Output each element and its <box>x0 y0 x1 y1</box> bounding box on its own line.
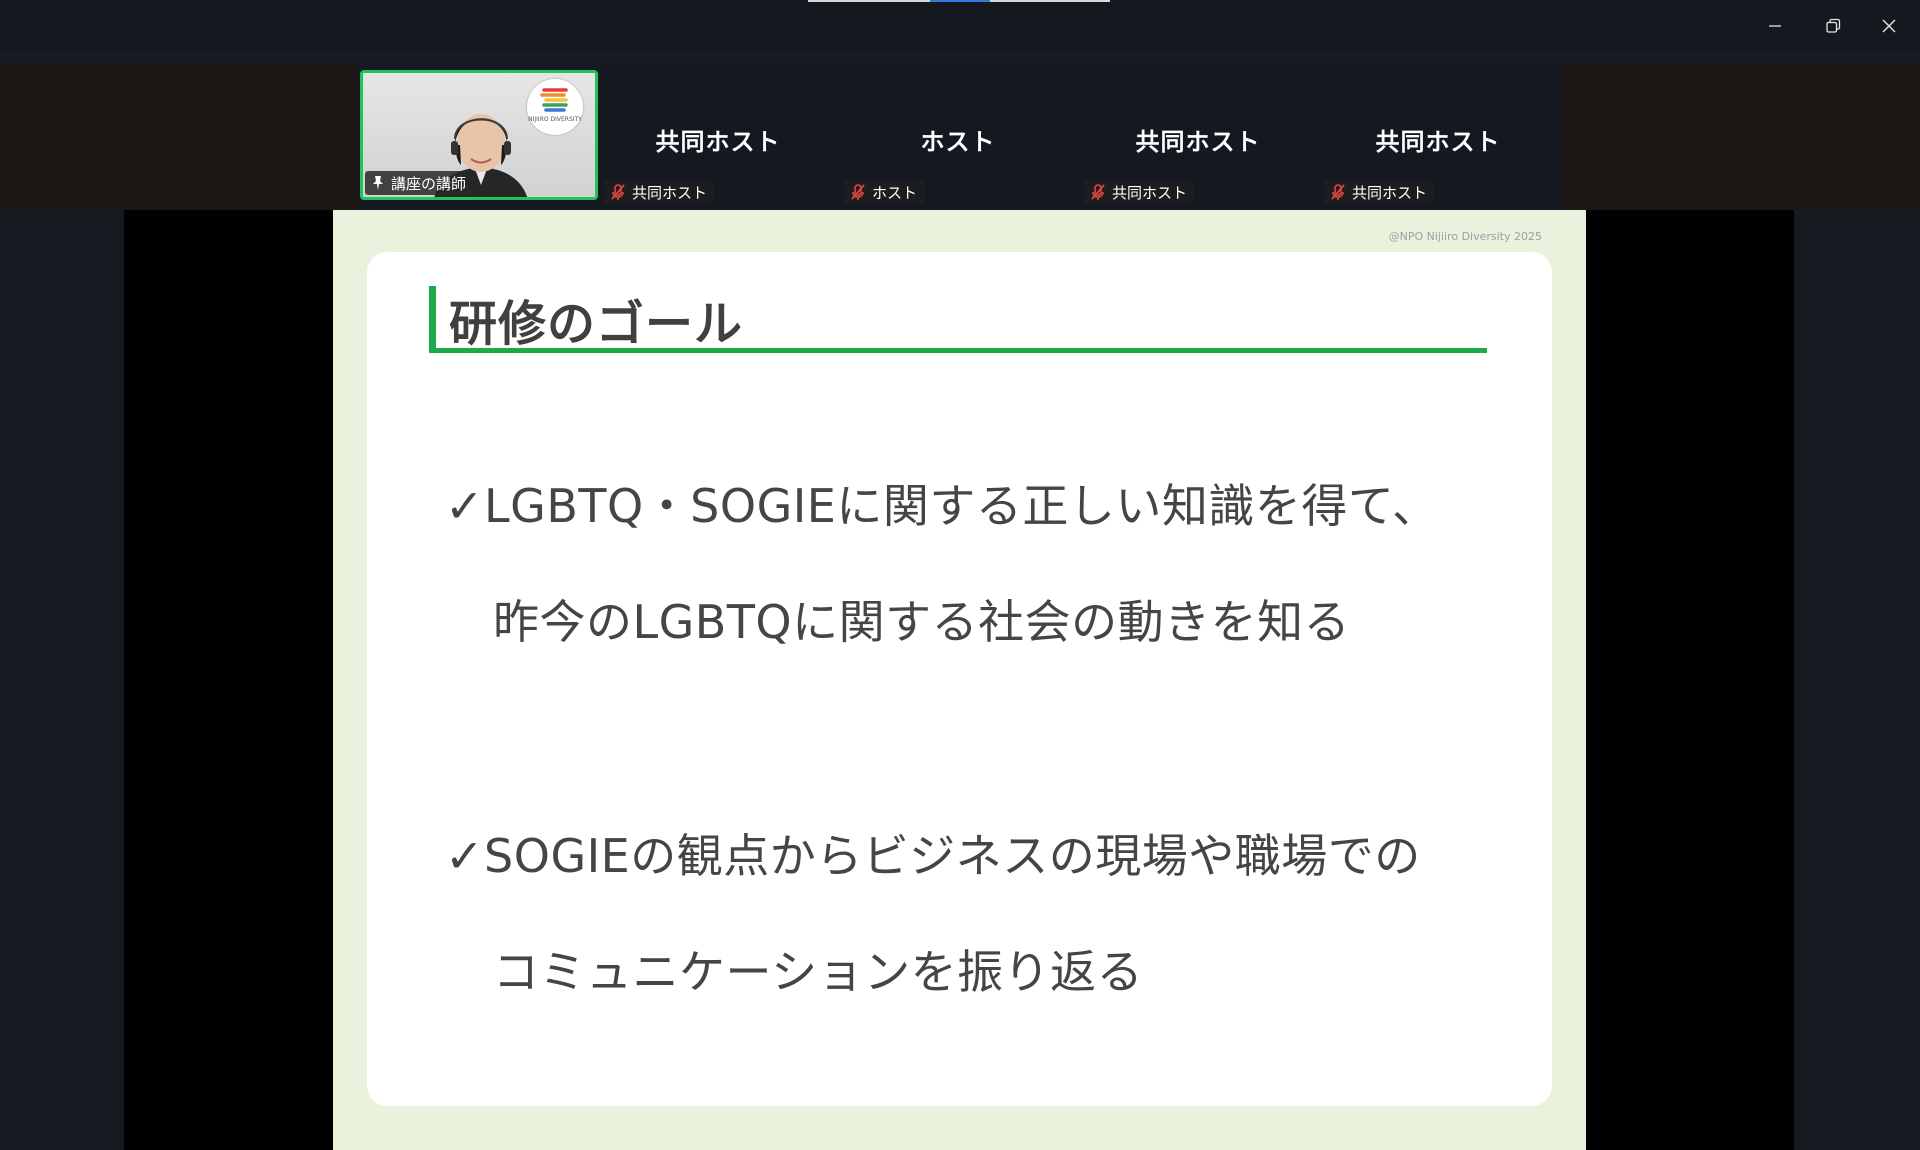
restore-icon <box>1826 18 1841 33</box>
close-icon <box>1882 19 1896 33</box>
participant-role-label: 共同ホスト <box>632 183 708 202</box>
rainbow-logo-icon: NIJIIRO DIVERSITY <box>528 88 582 123</box>
participant-display-name: 共同ホスト <box>655 128 781 156</box>
muted-mic-icon <box>1091 184 1105 200</box>
minimize-button[interactable] <box>1752 10 1798 42</box>
participant-name-label: 共同ホスト <box>604 180 716 204</box>
goal-1-line-2: 昨今のLGBTQに関する社会の動きを知る <box>493 595 1351 649</box>
speaker-name-label: 講座の講師 <box>365 171 475 195</box>
presentation-slide: @NPO Nijiiro Diversity 2025 研修のゴール ✓LGBT… <box>333 210 1586 1150</box>
view-tab-indicator[interactable] <box>808 0 1110 2</box>
slide-title: 研修のゴール <box>449 296 744 352</box>
participant-role-label: 共同ホスト <box>1112 183 1188 202</box>
goal-1-line-1: ✓LGBTQ・SOGIEに関する正しい知識を得て、 <box>445 479 1439 533</box>
participant-tile-1[interactable]: 共同ホスト 共同ホスト <box>598 70 838 206</box>
active-tab-indicator <box>930 0 990 2</box>
logo-text: NIJIIRO DIVERSITY <box>528 116 582 123</box>
goal-2-line-2: コミュニケーションを振り返る <box>493 945 1144 999</box>
slide-content-card: 研修のゴール ✓LGBTQ・SOGIEに関する正しい知識を得て、 昨今のLGBT… <box>367 252 1552 1106</box>
participant-role-label: 共同ホスト <box>1352 183 1428 202</box>
participant-tile-2[interactable]: ホスト ホスト <box>838 70 1078 206</box>
window-titlebar <box>0 0 1920 52</box>
participant-name-label: 共同ホスト <box>1324 180 1436 204</box>
speaker-video-tile[interactable]: NIJIIRO DIVERSITY 講座の講師 <box>360 70 598 200</box>
slide-copyright: @NPO Nijiiro Diversity 2025 <box>1388 230 1542 243</box>
spotlight-pin-icon <box>373 176 383 190</box>
title-accent-bar <box>429 286 436 352</box>
participant-role-label: ホスト <box>872 183 918 202</box>
participant-tile-3[interactable]: 共同ホスト 共同ホスト <box>1078 70 1318 206</box>
organization-logo: NIJIIRO DIVERSITY <box>527 79 583 135</box>
muted-mic-icon <box>1331 184 1345 200</box>
participant-display-name: 共同ホスト <box>1135 128 1261 156</box>
participant-name-label: ホスト <box>844 180 926 204</box>
participant-name-label: 共同ホスト <box>1084 180 1196 204</box>
minimize-icon <box>1769 25 1781 27</box>
participant-display-name: ホスト <box>920 128 996 156</box>
close-button[interactable] <box>1866 10 1912 42</box>
muted-mic-icon <box>611 184 625 200</box>
goal-2-line-1: ✓SOGIEの観点からビジネスの現場や職場での <box>445 829 1421 883</box>
participant-tile-4[interactable]: 共同ホスト 共同ホスト <box>1318 70 1558 206</box>
restore-button[interactable] <box>1810 10 1856 42</box>
participant-gallery: NIJIIRO DIVERSITY 講座の講師 共同ホスト 共同ホスト ホスト … <box>358 64 1562 210</box>
participant-display-name: 共同ホスト <box>1375 128 1501 156</box>
speaker-name: 講座の講師 <box>391 174 467 193</box>
muted-mic-icon <box>851 184 865 200</box>
